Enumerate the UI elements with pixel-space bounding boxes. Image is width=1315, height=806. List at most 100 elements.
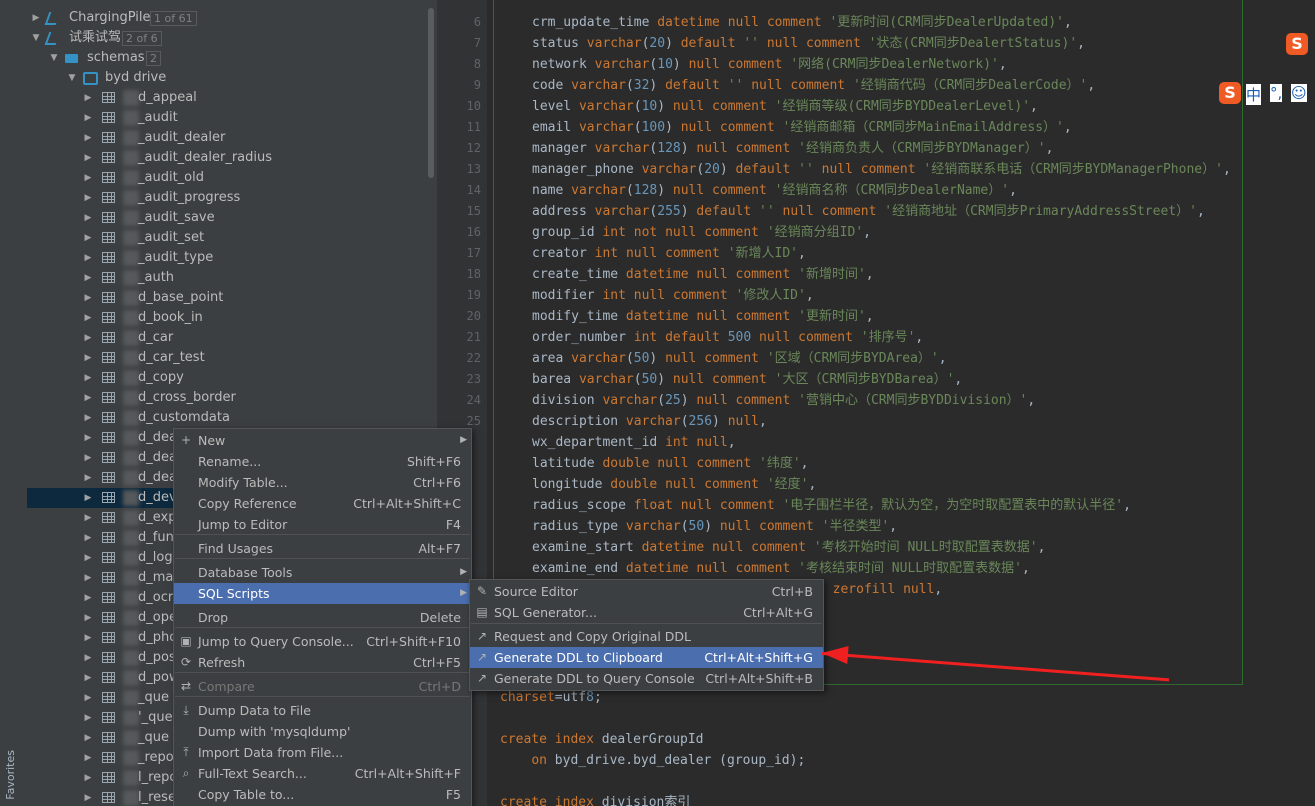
expand-arrow-icon[interactable]: ▶ [83,148,93,168]
expand-arrow-icon[interactable]: ▶ [83,648,93,668]
code-line[interactable]: longitude double null comment '经度', [532,474,816,495]
menu-item-sql-scripts[interactable]: SQL Scripts ▶ [174,583,471,604]
tree-item-table[interactable]: ▶ d_customdata [27,408,437,428]
menu-item-jump-to-query-console[interactable]: ▣ Jump to Query Console... Ctrl+Shift+F10 [174,631,471,652]
expand-arrow-icon[interactable]: ▶ [83,388,93,408]
expand-arrow-icon[interactable]: ▶ [83,488,93,508]
code-line[interactable]: examine_end datetime null comment '考核结束时… [532,558,1030,579]
menu-item-dump-data-to-file[interactable]: ⤓ Dump Data to File [174,700,471,721]
expand-arrow-icon[interactable]: ▶ [83,608,93,628]
code-line[interactable]: network varchar(10) null comment '网络(CRM… [532,54,1007,75]
sogou-ime-icon[interactable]: S [1286,33,1308,55]
code-line[interactable]: group_id int not null comment '经销商分组ID', [532,222,871,243]
tree-item-table[interactable]: ▶ _audit_set [27,228,437,248]
code-line[interactable]: division varchar(25) null comment '营销中心（… [532,390,1035,411]
ime-punctuation-toggle[interactable]: °, [1270,84,1283,102]
collapse-arrow-icon[interactable]: ▼ [49,48,59,68]
tree-item-table[interactable]: ▶ _audit_type [27,248,437,268]
collapse-arrow-icon[interactable]: ▼ [67,68,77,88]
expand-arrow-icon[interactable]: ▶ [83,168,93,188]
menu-item-full-text-search[interactable]: ⌕ Full-Text Search... Ctrl+Alt+Shift+F [174,763,471,784]
code-line[interactable]: modifier int null comment '修改人ID', [532,285,814,306]
menu-item-dump-with-mysqldump[interactable]: Dump with 'mysqldump' [174,721,471,742]
menu-item-copy-table-to[interactable]: Copy Table to... F5 [174,784,471,805]
ime-emoji-icon[interactable]: ☺ [1291,84,1307,102]
tree-item-table[interactable]: ▶ d_book_in [27,308,437,328]
code-line[interactable]: status varchar(20) default '' null comme… [532,33,1085,54]
expand-arrow-icon[interactable]: ▶ [83,588,93,608]
code-line[interactable]: name varchar(128) null comment '经销商名称（CR… [532,180,1017,201]
expand-arrow-icon[interactable]: ▶ [83,208,93,228]
tree-item-table[interactable]: ▶ _audit [27,108,437,128]
code-line[interactable]: examine_start datetime null comment '考核开… [532,537,1045,558]
expand-arrow-icon[interactable]: ▶ [83,348,93,368]
tree-item-schema[interactable]: ▼ byd drive [27,68,437,88]
expand-arrow-icon[interactable]: ▶ [83,308,93,328]
code-line[interactable]: modify_time datetime null comment '更新时间'… [532,306,874,327]
expand-arrow-icon[interactable]: ▶ [83,188,93,208]
menu-item-drop[interactable]: Drop Delete [174,607,471,628]
expand-arrow-icon[interactable]: ▶ [83,688,93,708]
tree-item-datasource[interactable]: ▼ 试乘试驾 2 of 6 [27,28,437,48]
menu-item-find-usages[interactable]: Find Usages Alt+F7 [174,538,471,559]
expand-arrow-icon[interactable]: ▶ [83,468,93,488]
tree-item-table[interactable]: ▶ d_base_point [27,288,437,308]
favorites-tab[interactable]: Favorites [4,750,17,800]
code-line[interactable]: radius_type varchar(50) null comment '半径… [532,516,897,537]
submenu-item-generate-ddl-to-query-console[interactable]: ↗ Generate DDL to Query Console Ctrl+Alt+S… [470,668,823,689]
code-line[interactable]: email varchar(100) null comment '经销商邮箱（C… [532,117,1072,138]
expand-arrow-icon[interactable]: ▶ [83,528,93,548]
tree-item-table[interactable]: ▶ _audit_save [27,208,437,228]
tree-item-table[interactable]: ▶ _audit_dealer [27,128,437,148]
tree-item-table[interactable]: ▶ d_car_test [27,348,437,368]
menu-item-jump-to-editor[interactable]: Jump to Editor F4 [174,514,471,535]
menu-item-new[interactable]: + New ▶ [174,430,471,451]
expand-arrow-icon[interactable]: ▶ [83,788,93,806]
tree-item-table[interactable]: ▶ d_cross_border [27,388,437,408]
expand-arrow-icon[interactable]: ▶ [83,128,93,148]
tree-item-datasource[interactable]: ▶ ChargingPile 1 of 61 [27,8,437,28]
submenu-item-generate-ddl-to-clipboard[interactable]: ↗ Generate DDL to Clipboard Ctrl+Alt+Shift… [470,647,823,668]
code-line[interactable]: wx_department_id int null, [532,432,736,453]
code-line[interactable]: level varchar(10) null comment '经销商等级(CR… [532,96,1038,117]
tree-item-table[interactable]: ▶ _auth [27,268,437,288]
expand-arrow-icon[interactable]: ▶ [83,328,93,348]
code-line[interactable]: description varchar(256) null, [532,411,767,432]
tree-item-table[interactable]: ▶ d_appeal [27,88,437,108]
submenu-item-source-editor[interactable]: ✎ Source Editor Ctrl+B [470,581,823,602]
code-line[interactable]: area varchar(50) null comment '区域（CRM同步B… [532,348,947,369]
expand-arrow-icon[interactable]: ▶ [83,508,93,528]
expand-arrow-icon[interactable]: ▶ [83,548,93,568]
expand-arrow-icon[interactable]: ▶ [83,108,93,128]
expand-arrow-icon[interactable]: ▶ [83,268,93,288]
code-line[interactable]: creator int null comment '新增人ID', [532,243,806,264]
menu-item-modify-table[interactable]: Modify Table... Ctrl+F6 [174,472,471,493]
menu-item-import-data-from-file[interactable]: ⤒ Import Data from File... [174,742,471,763]
expand-arrow-icon[interactable]: ▶ [83,88,93,108]
tree-item-table[interactable]: ▶ d_car [27,328,437,348]
tree-item-table[interactable]: ▶ d_copy [27,368,437,388]
collapse-arrow-icon[interactable]: ▼ [31,28,41,48]
submenu-item-sql-generator[interactable]: ▤ SQL Generator... Ctrl+Alt+G [470,602,823,623]
code-line[interactable]: address varchar(255) default '' null com… [532,201,1205,222]
menu-item-copy-reference[interactable]: Copy Reference Ctrl+Alt+Shift+C [174,493,471,514]
expand-arrow-icon[interactable]: ▶ [83,428,93,448]
code-line[interactable]: d zerofill null, [817,579,942,600]
expand-arrow-icon[interactable]: ▶ [83,728,93,748]
code-line[interactable]: code varchar(32) default '' null comment… [532,75,1095,96]
tree-item-schemas[interactable]: ▼ schemas 2 [27,48,437,68]
tree-item-table[interactable]: ▶ _audit_old [27,168,437,188]
code-line[interactable]: create index dealerGroupId [500,729,704,750]
expand-arrow-icon[interactable]: ▶ [83,408,93,428]
expand-arrow-icon[interactable]: ▶ [31,8,41,28]
code-line[interactable]: barea varchar(50) null comment '大区（CRM同步… [532,369,962,390]
expand-arrow-icon[interactable]: ▶ [83,768,93,788]
ime-language-toggle[interactable]: 中 [1246,84,1262,105]
expand-arrow-icon[interactable]: ▶ [83,628,93,648]
expand-arrow-icon[interactable]: ▶ [83,448,93,468]
expand-arrow-icon[interactable]: ▶ [83,228,93,248]
code-line[interactable]: manager_phone varchar(20) default '' nul… [532,159,1231,180]
menu-item-refresh[interactable]: ⟳ Refresh Ctrl+F5 [174,652,471,673]
submenu-item-request-and-copy-original-ddl[interactable]: ↗ Request and Copy Original DDL [470,626,823,647]
code-line[interactable]: radius_scope float null comment '电子围栏半径，… [532,495,1131,516]
